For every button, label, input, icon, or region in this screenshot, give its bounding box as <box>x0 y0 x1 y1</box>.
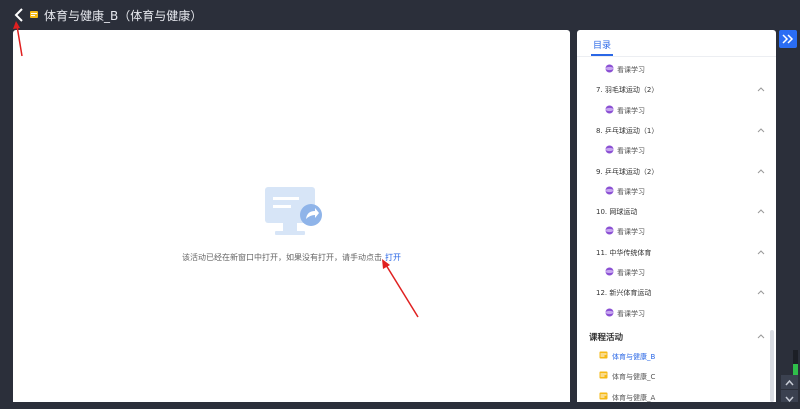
scroll-up-button[interactable] <box>781 375 798 389</box>
content-panel: 该活动已经在新窗口中打开，如果没有打开，请手动点击 打开 <box>13 30 570 402</box>
activity-label: 看课学习 <box>617 228 645 237</box>
chevron-up-icon <box>757 168 765 173</box>
tab-divider <box>577 56 776 57</box>
video-lesson-icon <box>605 308 614 317</box>
chapter-label: 11. 中华传统体育 <box>596 248 652 257</box>
chevron-down-icon <box>785 396 794 403</box>
video-lesson-icon <box>605 186 614 195</box>
open-message: 该活动已经在新窗口中打开，如果没有打开，请手动点击 打开 <box>13 252 570 263</box>
course-folder-icon <box>599 351 608 359</box>
chapter-label: 7. 羽毛球运动（2） <box>596 86 659 95</box>
collapse-sidebar-button[interactable] <box>779 30 797 48</box>
chapter-label: 9. 乒乓球运动（2） <box>596 167 659 176</box>
page-title: 体育与健康_B（体育与健康） <box>44 9 203 23</box>
open-message-text: 该活动已经在新窗口中打开，如果没有打开，请手动点击 <box>182 253 382 262</box>
activity-label: 看课学习 <box>617 106 645 115</box>
course-activity-label: 体育与健康_C <box>612 373 656 382</box>
course-activity-label: 体育与健康_A <box>612 393 656 402</box>
chevron-up-icon <box>757 209 765 214</box>
chapter-label: 10. 网球运动 <box>596 208 638 217</box>
video-lesson-icon <box>605 105 614 114</box>
back-arrow-icon[interactable] <box>12 7 26 23</box>
activity-label: 看课学习 <box>617 147 645 156</box>
course-folder-icon <box>599 371 608 379</box>
video-lesson-icon <box>605 267 614 276</box>
activity-label: 看课学习 <box>617 187 645 196</box>
activity-label: 看课学习 <box>617 269 645 277</box>
video-lesson-icon <box>605 226 614 235</box>
video-lesson-icon <box>605 64 614 73</box>
chapter-label: 8. 乒乓球运动（1） <box>596 126 659 135</box>
chevron-up-icon <box>785 379 794 386</box>
chevron-up-icon <box>757 87 765 92</box>
chevron-up-icon <box>757 249 765 255</box>
scroll-down-button[interactable] <box>781 390 798 403</box>
open-link[interactable]: 打开 <box>385 253 401 262</box>
activity-label: 看课学习 <box>617 309 645 318</box>
chevron-up-icon <box>757 290 765 295</box>
double-chevron-right-icon <box>782 34 794 44</box>
activity-label: 看课学习 <box>617 66 645 74</box>
course-folder-icon <box>30 11 38 18</box>
tab-catalog[interactable]: 目录 <box>593 38 611 51</box>
course-activity-label: 体育与健康_B <box>612 352 656 361</box>
monitor-share-icon <box>265 187 322 235</box>
top-bar: 体育与健康_B（体育与健康） <box>0 0 800 30</box>
chevron-up-icon <box>757 334 765 339</box>
catalog-sidebar: 目录 看课学习 7. 羽毛球运动（2） 看课学习 8. 乒乓球运动（1） 看课学习 9. … <box>577 30 776 402</box>
chapter-label: 12. 新兴体育运动 <box>596 289 652 298</box>
chevron-up-icon <box>757 128 765 133</box>
course-folder-icon <box>599 392 608 400</box>
video-lesson-icon <box>605 145 614 154</box>
course-activity-title: 课程活动 <box>589 332 624 343</box>
sidebar-scrollbar[interactable] <box>770 330 774 402</box>
